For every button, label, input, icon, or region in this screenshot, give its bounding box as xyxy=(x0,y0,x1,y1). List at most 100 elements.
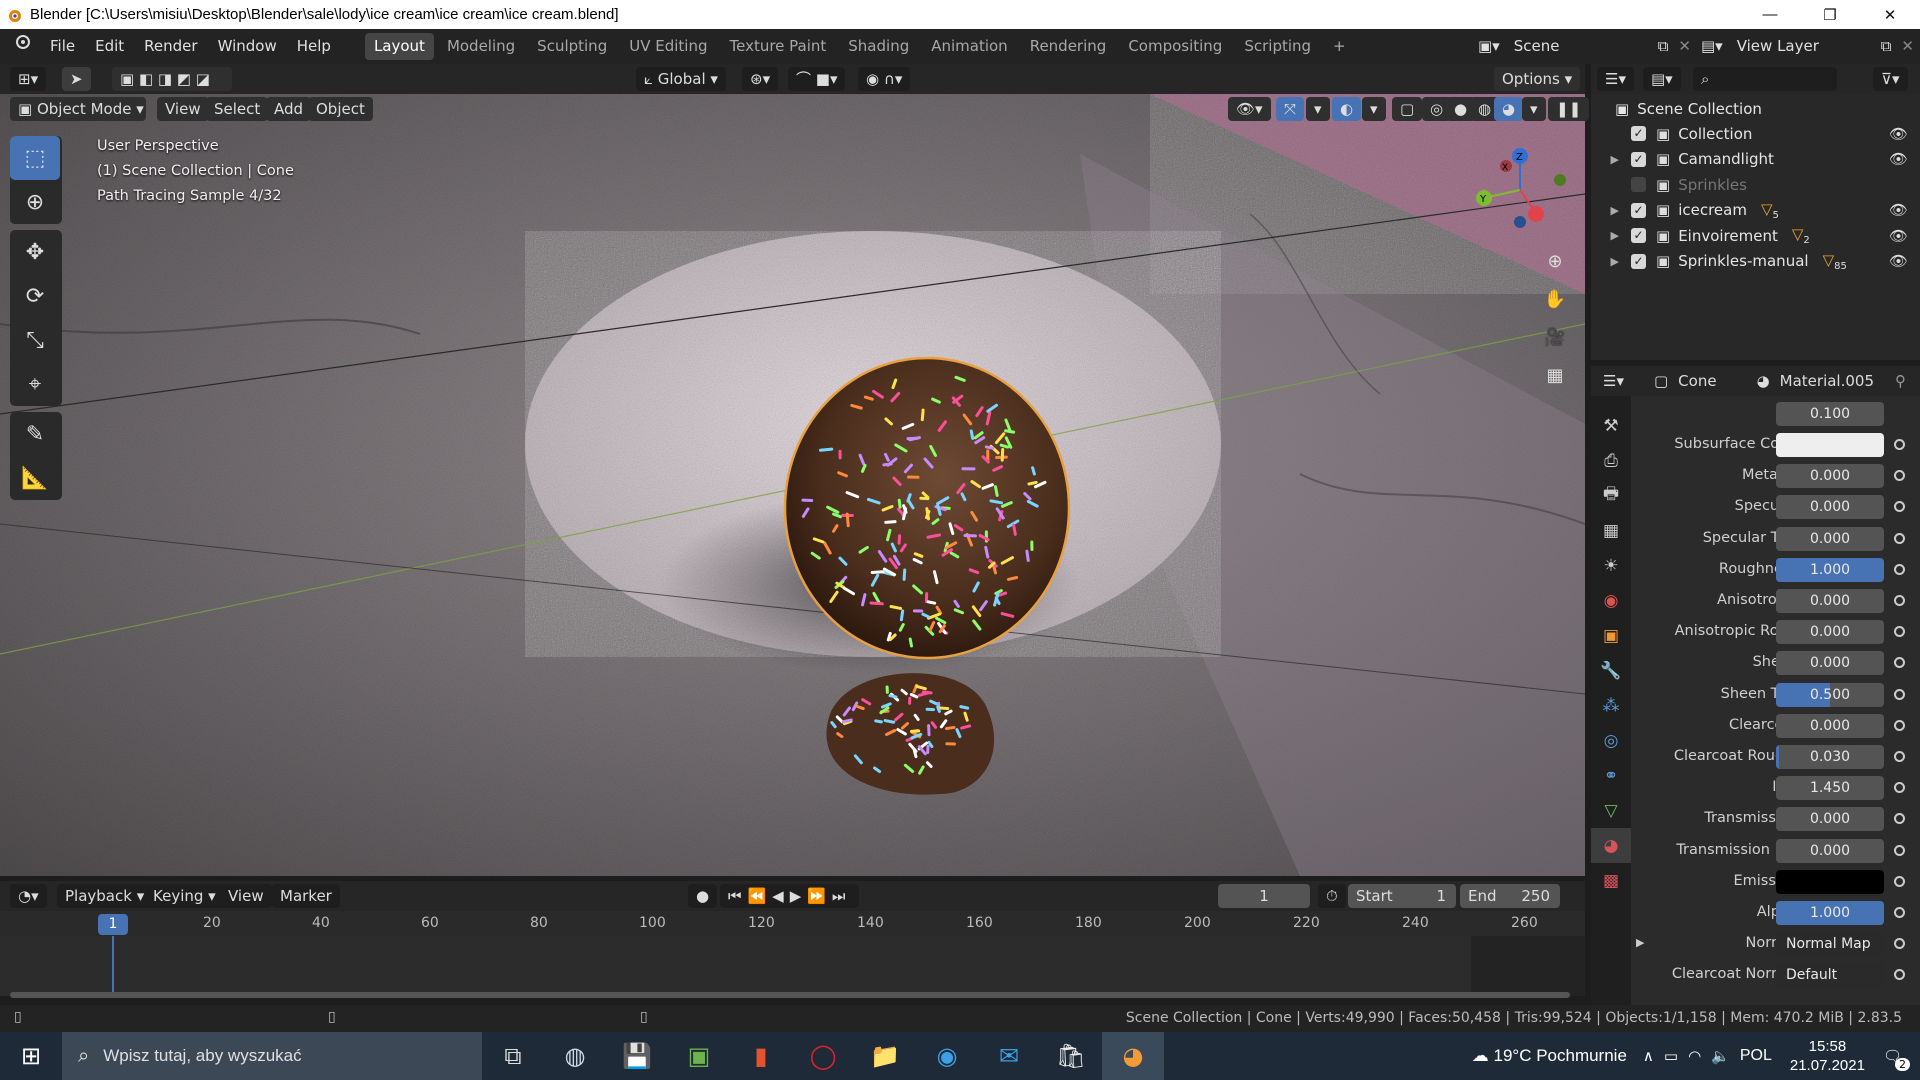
socket-link-icon[interactable] xyxy=(1894,907,1905,918)
outliner-item[interactable]: ▶ ✓ ▣ icecream ▽5 👁 xyxy=(1591,198,1920,223)
exclude-checkbox[interactable]: ✓ xyxy=(1631,202,1646,218)
tab-layout[interactable]: Layout xyxy=(364,33,434,60)
selection-mode-icons[interactable]: ▣ ◧ ◨ ◩ ◪ xyxy=(112,67,232,91)
outliner-item[interactable]: ✓ ▣ Collection 👁 xyxy=(1591,121,1920,146)
material-tab-icon[interactable]: ◕ xyxy=(1591,828,1631,863)
select-box-tool-icon[interactable]: ⬚ xyxy=(10,136,60,180)
language-indicator[interactable]: POL xyxy=(1740,1047,1772,1065)
steam-icon[interactable]: ◍ xyxy=(544,1032,606,1080)
socket-link-icon[interactable] xyxy=(1894,657,1905,669)
office-icon[interactable]: ▮ xyxy=(730,1032,792,1080)
shading-dropdown-icon[interactable]: ▾ xyxy=(1522,97,1546,121)
taskbar-search-input[interactable]: ⌕ Wpisz tutaj, aby wyszukać xyxy=(62,1032,482,1080)
playback-menu[interactable]: Playback ▾ xyxy=(57,884,153,908)
render-tab-icon[interactable]: ⎙ xyxy=(1591,443,1631,478)
outliner-editor-type-icon[interactable]: ☰▾ xyxy=(1597,67,1634,91)
view-layer-tab-icon[interactable]: ▦ xyxy=(1591,513,1631,548)
socket-link-icon[interactable] xyxy=(1894,751,1905,762)
overlays-icon[interactable]: ◐ xyxy=(1332,97,1362,121)
object-menu[interactable]: Object xyxy=(308,97,373,121)
view-layer-name[interactable]: View Layer xyxy=(1727,29,1877,64)
mail-icon[interactable]: ✉ xyxy=(978,1032,1040,1080)
texture-tab-icon[interactable]: ▩ xyxy=(1591,863,1631,898)
stopwatch-icon[interactable]: ⏱ xyxy=(1318,884,1346,908)
data-tab-icon[interactable]: ▽ xyxy=(1591,793,1631,828)
store-icon[interactable]: 🛍 xyxy=(1040,1032,1102,1080)
eye-icon[interactable]: 👁 xyxy=(1889,125,1908,143)
opera-icon[interactable]: ◯ xyxy=(792,1032,854,1080)
socket-link-icon[interactable] xyxy=(1894,875,1905,887)
blender-taskbar-icon[interactable]: ◕ xyxy=(1102,1032,1164,1080)
outliner-item[interactable]: ▣ Sprinkles xyxy=(1591,172,1920,197)
property-slider[interactable]: 0.000 xyxy=(1776,651,1884,676)
network-icon[interactable]: ▭ xyxy=(1664,1047,1678,1065)
annotate-tool-icon[interactable]: ✎ xyxy=(10,412,60,456)
marker-menu[interactable]: Marker xyxy=(272,884,340,908)
minecraft-icon[interactable]: ▣ xyxy=(668,1032,730,1080)
socket-link-icon[interactable] xyxy=(1894,439,1905,450)
socket-link-icon[interactable] xyxy=(1894,844,1905,856)
proportional-edit-icon[interactable]: ◉ ∩▾ xyxy=(858,67,911,91)
color-swatch[interactable] xyxy=(1776,869,1884,894)
scene-name[interactable]: Scene xyxy=(1504,29,1654,64)
socket-link-icon[interactable] xyxy=(1894,532,1905,544)
material-name[interactable]: Material.005 xyxy=(1780,372,1874,390)
wifi-icon[interactable]: ◠ xyxy=(1688,1047,1701,1065)
exclude-checkbox[interactable]: ✓ xyxy=(1631,151,1646,167)
exclude-checkbox[interactable]: ✓ xyxy=(1631,228,1646,243)
menu-help[interactable]: Help xyxy=(287,29,341,64)
expand-arrow-icon[interactable]: ▶ xyxy=(1591,255,1619,268)
expand-arrow-icon[interactable]: ▶ xyxy=(1591,204,1619,217)
property-slider[interactable]: 1.450 xyxy=(1776,776,1884,801)
eye-icon[interactable]: 👁 xyxy=(1889,150,1908,168)
property-slider[interactable]: 0.000 xyxy=(1776,495,1884,520)
pin-icon[interactable]: ⚲ xyxy=(1895,372,1906,390)
particles-tab-icon[interactable]: ⁂ xyxy=(1591,688,1631,723)
object-tab-icon[interactable]: ▣ xyxy=(1591,618,1631,653)
socket-link-icon[interactable] xyxy=(1894,688,1905,700)
constraints-tab-icon[interactable]: ⚭ xyxy=(1591,758,1631,793)
mode-dropdown[interactable]: ▣ Object Mode ▾ xyxy=(10,97,146,121)
transform-orientation-dropdown[interactable]: ⟀ Global ▾ xyxy=(636,67,726,91)
tab-animation[interactable]: Animation xyxy=(922,33,1016,60)
timeline-ruler[interactable]: 1 20 40 60 80 100 120 140 160 180 200 220 240 260 xyxy=(0,911,1585,936)
tab-compositing[interactable]: Compositing xyxy=(1119,33,1231,60)
record-icon[interactable]: ● xyxy=(688,884,718,908)
pan-hand-icon[interactable]: ✋ xyxy=(1540,281,1570,319)
add-menu[interactable]: Add xyxy=(266,97,312,121)
world-tab-icon[interactable]: ◉ xyxy=(1591,583,1631,618)
timeline-editor-type-icon[interactable]: ◔▾ xyxy=(10,884,47,908)
select-menu[interactable]: Select xyxy=(206,97,269,121)
remove-scene-icon[interactable]: ✕ xyxy=(1672,29,1697,64)
menu-render[interactable]: Render xyxy=(134,29,207,64)
eye-icon[interactable]: 👁 xyxy=(1889,252,1908,270)
weather-widget[interactable]: ☁ 19°C Pochmurnie xyxy=(1472,1046,1627,1066)
eye-icon[interactable]: 👁 xyxy=(1889,227,1908,245)
editor-type-icon[interactable]: ⊞▾ xyxy=(10,67,47,91)
close-button[interactable]: ✕ xyxy=(1860,0,1920,29)
property-slider[interactable]: 0.000 xyxy=(1776,464,1884,489)
messenger-icon[interactable]: ◉ xyxy=(916,1032,978,1080)
outliner-search-input[interactable]: ⌕ xyxy=(1693,67,1837,91)
tab-texture-paint[interactable]: Texture Paint xyxy=(720,33,835,60)
property-slider[interactable]: 0.000 xyxy=(1776,807,1884,832)
tab-modeling[interactable]: Modeling xyxy=(438,33,524,60)
gizmo-icon[interactable]: ⤧ xyxy=(1276,97,1305,121)
add-workspace-button[interactable]: + xyxy=(1324,33,1355,60)
zoom-icon[interactable]: ⊕ xyxy=(1540,243,1570,281)
tool-tab-icon[interactable]: ⚒ xyxy=(1591,408,1631,443)
property-slider[interactable]: 0.000 xyxy=(1776,620,1884,645)
visibility-icon[interactable]: 👁▾ xyxy=(1228,97,1271,121)
clock[interactable]: 15:58 21.07.2021 xyxy=(1790,1037,1865,1075)
display-mode-icon[interactable]: ▤▾ xyxy=(1643,67,1681,91)
end-frame-field[interactable]: End 250 xyxy=(1460,884,1560,908)
task-view-icon[interactable]: ⧉ xyxy=(482,1032,544,1080)
socket-link-icon[interactable] xyxy=(1894,626,1905,638)
exclude-checkbox[interactable] xyxy=(1631,177,1646,192)
socket-link-icon[interactable] xyxy=(1894,470,1905,482)
property-slider[interactable]: 0.000 xyxy=(1776,526,1884,551)
ortho-grid-icon[interactable]: ▦ xyxy=(1540,357,1570,395)
properties-editor-type-icon[interactable]: ☰▾ xyxy=(1603,372,1624,390)
new-view-layer-icon[interactable]: ⧉ xyxy=(1877,29,1896,64)
menu-window[interactable]: Window xyxy=(208,29,287,64)
